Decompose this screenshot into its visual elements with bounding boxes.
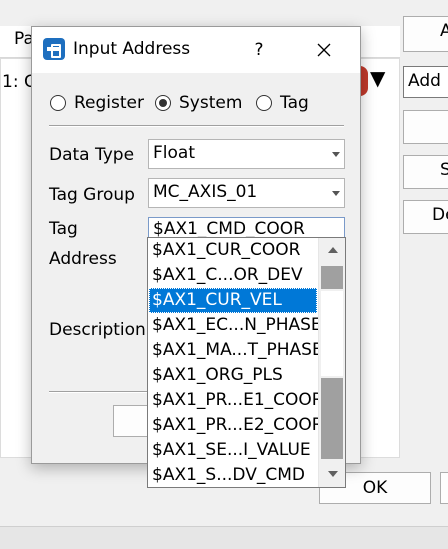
parent-button-a[interactable]: A <box>403 16 448 52</box>
tag-select[interactable]: $AX1_CMD_COOR <box>148 217 345 239</box>
help-button[interactable]: ? <box>246 37 272 63</box>
address-label: Address <box>49 249 117 269</box>
dropdown-item[interactable]: $AX1_MA...T_PHASE <box>149 338 323 363</box>
parent-button-de[interactable]: De <box>403 200 448 234</box>
app-icon <box>43 38 65 60</box>
description-label: Description <box>49 320 146 340</box>
dropdown-item[interactable]: $AX1_PR...E1_COOR <box>149 388 324 413</box>
close-button[interactable] <box>304 35 344 65</box>
tag-dropdown-list[interactable]: $AX1_CUR_COOR $AX1_C...OR_DEV $AX1_CUR_V… <box>147 237 346 488</box>
parent-button-blank[interactable] <box>403 110 448 144</box>
dropdown-arrow-icon[interactable]: ▼ <box>370 66 385 90</box>
dialog-titlebar: Input Address ? <box>32 27 360 73</box>
radio-system-label: System <box>179 93 243 113</box>
tag-group-value: MC_AXIS_01 <box>153 182 258 202</box>
dropdown-scrollbar[interactable] <box>318 238 345 487</box>
close-icon <box>317 43 331 57</box>
data-type-select[interactable]: Float <box>148 139 345 169</box>
chevron-down-icon <box>332 191 340 196</box>
dropdown-item[interactable]: $AX1_CUR_COOR <box>149 238 317 263</box>
add-field[interactable]: Add <box>403 66 448 98</box>
radio-register-circle <box>50 95 66 111</box>
dropdown-item[interactable]: $AX1_C...OR_DEV <box>149 263 317 288</box>
scrollbar-track-segment[interactable] <box>321 266 343 289</box>
dropdown-item-selected[interactable]: $AX1_CUR_VEL <box>149 288 317 313</box>
chevron-down-icon <box>332 152 340 157</box>
scrollbar-thumb[interactable] <box>321 291 343 376</box>
dropdown-item[interactable]: $AX1_ORG_PLS <box>149 363 317 388</box>
scroll-up-icon[interactable] <box>319 238 345 264</box>
dropdown-item[interactable]: $AX1_S...DV_CMD <box>149 463 317 487</box>
tag-value: $AX1_CMD_COOR <box>153 219 305 239</box>
parent-status-bar <box>0 526 448 549</box>
data-type-value: Float <box>153 143 195 163</box>
divider-top <box>49 125 344 127</box>
dropdown-item[interactable]: $AX1_PR...E2_COOR <box>149 413 324 438</box>
parent-button-s[interactable]: S <box>403 155 448 189</box>
radio-tag-label: Tag <box>280 93 309 113</box>
tag-group-select[interactable]: MC_AXIS_01 <box>148 178 345 208</box>
scroll-down-icon[interactable] <box>319 461 345 487</box>
dialog-title: Input Address <box>73 39 191 59</box>
radio-tag-circle <box>256 95 272 111</box>
tag-label: Tag <box>49 219 78 239</box>
dropdown-item[interactable]: $AX1_SE...I_VALUE <box>149 438 317 463</box>
radio-system-circle <box>155 95 171 111</box>
dropdown-item[interactable]: $AX1_EC...N_PHASE <box>149 313 322 338</box>
tag-group-label: Tag Group <box>49 185 135 205</box>
radio-register-label: Register <box>74 93 144 113</box>
scrollbar-track-segment[interactable] <box>321 378 343 459</box>
cancel-button[interactable] <box>440 472 448 504</box>
data-type-label: Data Type <box>49 145 135 165</box>
